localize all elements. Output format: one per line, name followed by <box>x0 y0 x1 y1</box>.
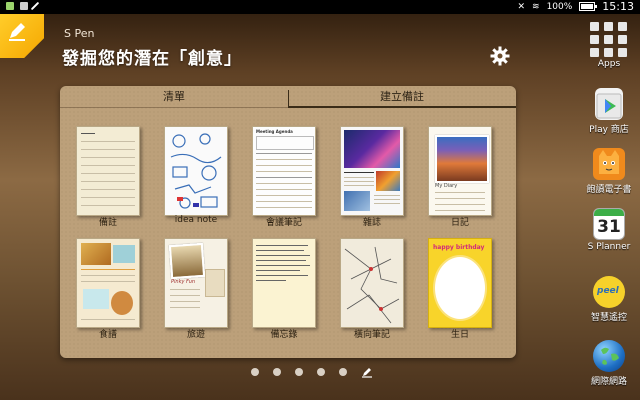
globe-icon <box>593 340 625 372</box>
sidebar-item-s-planner[interactable]: 31 S Planner <box>578 208 640 252</box>
travel-heading: Pinky Fun <box>171 279 196 285</box>
app-label: Play 商店 <box>589 125 629 135</box>
calendar-day: 31 <box>597 217 621 237</box>
page-dot[interactable] <box>339 368 347 376</box>
pen-page-icon[interactable] <box>361 366 373 378</box>
app-label: Apps <box>597 59 621 69</box>
gear-icon <box>490 46 510 66</box>
tab-create-note[interactable]: 建立備註 <box>288 86 516 108</box>
calendar-icon: 31 <box>593 208 625 240</box>
template-label: 食譜 <box>98 330 117 340</box>
template-label: 會議筆記 <box>265 218 302 228</box>
play-store-icon <box>595 88 623 120</box>
template-note[interactable]: 備註 <box>76 126 142 234</box>
sidebar-item-ebook[interactable]: 飽讀電子書 <box>578 148 640 195</box>
app-label: 智慧遙控 <box>590 313 627 323</box>
template-label: idea note <box>174 215 218 225</box>
template-label: 備註 <box>98 218 117 228</box>
template-landscape-notes[interactable]: 橫向筆記 <box>340 238 406 346</box>
template-meeting-notes[interactable]: Meeting Agenda 會議筆記 <box>252 126 318 234</box>
template-diary[interactable]: My Diary 日記 <box>428 126 494 234</box>
page-dot[interactable] <box>295 368 303 376</box>
template-travel[interactable]: Pinky Fun 旅遊 <box>164 238 230 346</box>
template-label: 生日 <box>450 330 469 340</box>
apps-grid-icon <box>578 20 640 57</box>
diary-heading: My Diary <box>435 183 458 189</box>
tab-divider <box>288 90 289 106</box>
pen-icon <box>9 23 25 41</box>
template-label: 日記 <box>450 218 469 228</box>
pen-status-icon <box>30 1 40 11</box>
idea-note-cover <box>164 126 228 216</box>
page-dot[interactable] <box>251 368 259 376</box>
landscape-notes-cover <box>340 238 404 328</box>
diary-cover: My Diary <box>428 126 492 216</box>
memo-cover <box>252 238 316 328</box>
sidebar-item-browser[interactable]: 網際網路 <box>578 340 640 387</box>
sidebar-item-smart-remote[interactable]: peel 智慧遙控 <box>578 276 640 323</box>
sd-card-icon <box>20 2 28 10</box>
template-recipe[interactable]: 食譜 <box>76 238 142 346</box>
template-magazine[interactable]: 雜誌 <box>340 126 406 234</box>
meeting-heading: Meeting Agenda <box>256 129 293 134</box>
note-cover <box>76 126 140 216</box>
page-indicator <box>251 366 373 378</box>
page-dot[interactable] <box>273 368 281 376</box>
template-label: 橫向筆記 <box>353 330 390 340</box>
battery-icon <box>579 2 598 11</box>
wifi-icon: ≋ <box>532 1 540 12</box>
mute-icon: ✕ <box>517 1 526 12</box>
template-grid: 備註 idea note Meeting Agenda 會議筆記 雜誌 My D… <box>74 122 504 352</box>
android-debug-icon <box>6 2 14 10</box>
magazine-cover <box>340 126 404 216</box>
birthday-heading: happy birthday <box>433 244 485 251</box>
settings-button[interactable] <box>490 46 510 70</box>
page-title: 發掘您的潛在「創意」 <box>62 49 242 69</box>
template-label: 備忘錄 <box>270 330 298 340</box>
tab-list[interactable]: 清單 <box>60 86 288 108</box>
birthday-cover: happy birthday <box>428 238 492 328</box>
template-label: 旅遊 <box>186 330 205 340</box>
status-bar: ✕ ≋ 100% 15:13 <box>0 0 640 14</box>
template-idea-note[interactable]: idea note <box>164 126 230 234</box>
template-birthday[interactable]: happy birthday 生日 <box>428 238 494 346</box>
clock: 15:13 <box>602 0 634 13</box>
ebook-icon <box>593 148 625 180</box>
app-label: 飽讀電子書 <box>586 185 632 195</box>
template-label: 雜誌 <box>362 218 381 228</box>
sidebar-item-play-store[interactable]: Play 商店 <box>578 88 640 135</box>
pen-drawer-button[interactable] <box>0 14 44 58</box>
spen-label: S Pen <box>64 27 95 40</box>
battery-percent: 100% <box>546 1 573 12</box>
app-label: S Planner <box>587 242 631 252</box>
template-memo[interactable]: 備忘錄 <box>252 238 318 346</box>
template-panel: 清單 建立備註 備註 idea note Meeting Agenda 會議筆記… <box>60 86 516 358</box>
peel-remote-icon: peel <box>593 276 625 308</box>
sidebar-item-apps[interactable]: Apps <box>578 20 640 69</box>
travel-cover: Pinky Fun <box>164 238 228 328</box>
recipe-cover <box>76 238 140 328</box>
app-label: 網際網路 <box>590 377 627 387</box>
meeting-notes-cover: Meeting Agenda <box>252 126 316 216</box>
page-dot[interactable] <box>317 368 325 376</box>
